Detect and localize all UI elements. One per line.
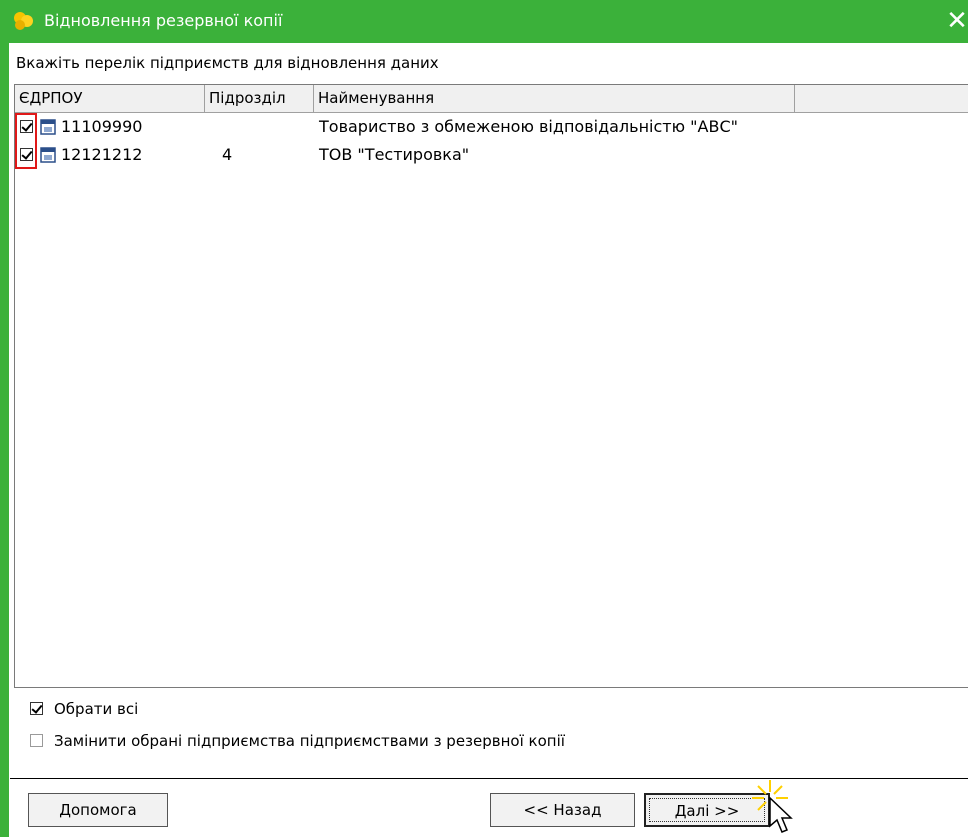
- name-cell: ТОВ "Тестировка": [319, 145, 470, 164]
- column-header-filler: [795, 85, 968, 112]
- pointer-cursor-icon: [752, 780, 793, 833]
- title-bar: Відновлення резервної копії ✕: [0, 0, 968, 43]
- grid-header: ЄДРПОУ Підрозділ Найменування: [15, 85, 968, 113]
- edrpou-cell: 11109990: [61, 117, 143, 136]
- edrpou-cell: 12121212: [61, 145, 143, 164]
- button-separator: [10, 778, 968, 779]
- select-all-checkbox[interactable]: [30, 702, 43, 715]
- checkbox-highlight-frame: [15, 113, 37, 169]
- enterprise-card-icon: [40, 119, 56, 135]
- help-button[interactable]: Допомога: [28, 793, 168, 827]
- close-button[interactable]: ✕: [946, 8, 968, 35]
- window-left-border: [0, 0, 9, 837]
- window-title: Відновлення резервної копії: [44, 11, 283, 30]
- enterprise-grid[interactable]: ЄДРПОУ Підрозділ Найменування 11109990 Т…: [14, 84, 968, 688]
- back-button[interactable]: << Назад: [490, 793, 635, 827]
- enterprise-card-icon: [40, 147, 56, 163]
- table-row[interactable]: 11109990 Товариство з обмеженою відповід…: [15, 114, 968, 142]
- column-header-edrpou[interactable]: ЄДРПОУ: [15, 85, 205, 112]
- table-row[interactable]: 12121212 4 ТОВ "Тестировка": [15, 142, 968, 170]
- division-cell: 4: [222, 145, 233, 164]
- app-flower-icon: [14, 12, 33, 30]
- name-cell: Товариство з обмеженою відповідальністю …: [319, 117, 738, 136]
- column-header-name[interactable]: Найменування: [314, 85, 795, 112]
- replace-label: Замінити обрані підприємства підприємств…: [54, 732, 565, 750]
- column-header-division[interactable]: Підрозділ: [205, 85, 314, 112]
- instruction-label: Вкажіть перелік підприємств для відновле…: [16, 54, 439, 72]
- select-all-label: Обрати всі: [54, 700, 139, 718]
- replace-checkbox[interactable]: [30, 734, 43, 747]
